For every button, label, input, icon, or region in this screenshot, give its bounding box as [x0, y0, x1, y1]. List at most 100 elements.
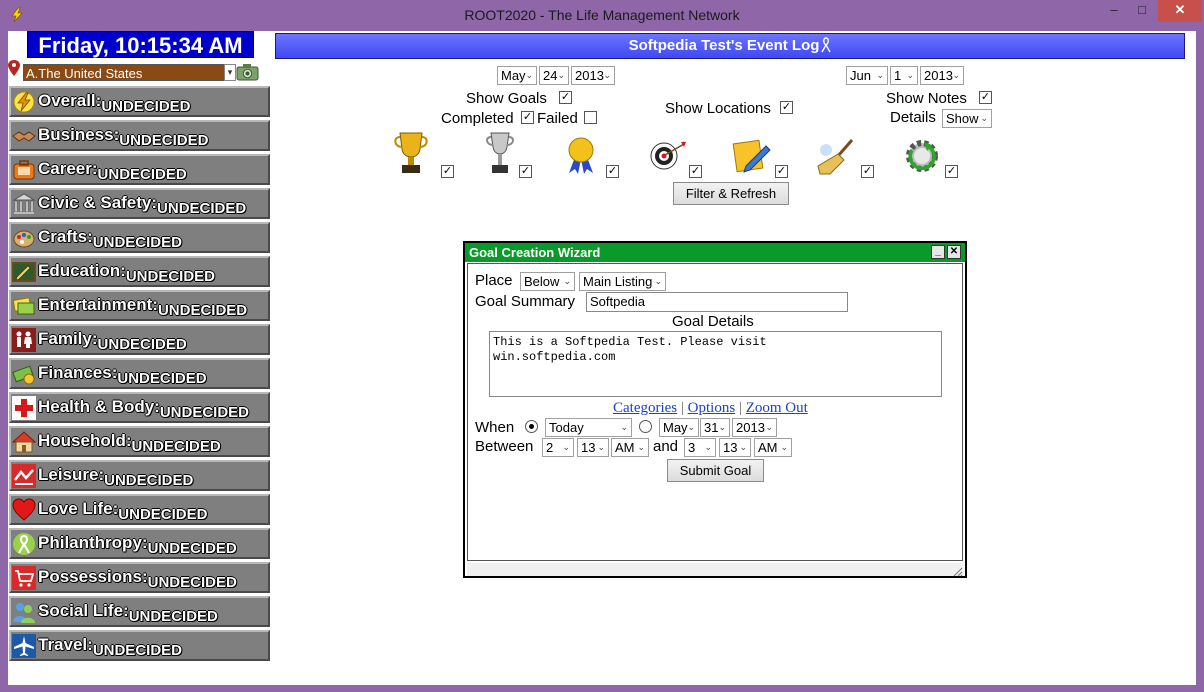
- category-crafts[interactable]: Crafts:UNDECIDED: [9, 222, 270, 253]
- category-civic-safety[interactable]: Civic & Safety:UNDECIDED: [9, 188, 270, 219]
- from-year-select[interactable]: 2013 ⌄: [571, 66, 615, 85]
- when-date-radio[interactable]: [639, 420, 652, 433]
- wizard-close-button[interactable]: ✕: [947, 245, 961, 259]
- resize-grip-icon[interactable]: [951, 564, 963, 577]
- goal-details-textarea[interactable]: This is a Softpedia Test. Please visit w…: [489, 331, 942, 397]
- chevron-down-icon: ⌄: [704, 442, 712, 452]
- note-pencil-icon[interactable]: [732, 136, 772, 176]
- from-month-select[interactable]: May ⌄: [497, 66, 537, 85]
- category-business[interactable]: Business:UNDECIDED: [9, 120, 270, 151]
- show-locations-checkbox[interactable]: ✓: [780, 101, 793, 114]
- category-career[interactable]: Career:UNDECIDED: [9, 154, 270, 185]
- silver-trophy-icon[interactable]: [480, 129, 520, 173]
- palette-icon: [12, 226, 36, 250]
- chevron-down-icon[interactable]: ▾: [224, 64, 236, 81]
- note-pencil-checkbox[interactable]: ✓: [775, 165, 788, 178]
- show-locations-label: Show Locations: [665, 100, 771, 117]
- category-household[interactable]: Household:UNDECIDED: [9, 426, 270, 457]
- category-name: Travel:: [38, 635, 93, 654]
- silver-trophy-checkbox[interactable]: ✓: [519, 165, 532, 178]
- show-notes-checkbox[interactable]: ✓: [979, 91, 992, 104]
- place-label: Place: [475, 272, 513, 289]
- maximize-button[interactable]: □: [1131, 0, 1153, 22]
- when-year-value: 2013: [736, 420, 765, 435]
- to-month-select[interactable]: Jun ⌄: [846, 66, 888, 85]
- to-year-value: 2013: [924, 68, 953, 83]
- start-minute-select[interactable]: 13 ⌄: [577, 438, 609, 457]
- wizard-minimize-button[interactable]: _: [931, 245, 945, 259]
- category-social-life[interactable]: Social Life:UNDECIDED: [9, 596, 270, 627]
- camera-icon[interactable]: [236, 63, 259, 81]
- gold-trophy-checkbox[interactable]: ✓: [441, 165, 454, 178]
- start-hour-select[interactable]: 2 ⌄: [542, 438, 574, 457]
- category-philanthropy[interactable]: Philanthropy:UNDECIDED: [9, 528, 270, 559]
- category-family[interactable]: Family:UNDECIDED: [9, 324, 270, 355]
- category-name: Love Life:: [38, 499, 119, 518]
- category-finances[interactable]: Finances:UNDECIDED: [9, 358, 270, 389]
- completed-checkbox[interactable]: ✓: [521, 111, 534, 124]
- place-target-select[interactable]: Main Listing ⌄: [579, 272, 666, 291]
- when-relative-select[interactable]: Today ⌄: [545, 418, 632, 437]
- heart-icon: [12, 498, 36, 522]
- category-health-body[interactable]: Health & Body:UNDECIDED: [9, 392, 270, 423]
- refresh-gear-checkbox[interactable]: ✓: [945, 165, 958, 178]
- failed-checkbox[interactable]: [584, 111, 597, 124]
- broom-icon[interactable]: [816, 136, 856, 176]
- category-status: UNDECIDED: [117, 370, 207, 387]
- chevron-down-icon: ⌄: [687, 422, 695, 432]
- minimize-button[interactable]: –: [1103, 0, 1125, 22]
- red-cross-icon: [12, 396, 36, 420]
- place-target-value: Main Listing: [583, 274, 653, 289]
- category-name: Career:: [38, 159, 98, 178]
- categories-link[interactable]: Categories: [613, 400, 677, 416]
- details-label: Details: [890, 109, 936, 126]
- category-overall[interactable]: Overall:UNDECIDED: [9, 86, 270, 117]
- target-icon[interactable]: [648, 136, 688, 176]
- place-position-select[interactable]: Below ⌄: [520, 272, 575, 291]
- ribbon-medal-icon[interactable]: [561, 135, 601, 175]
- category-education[interactable]: Education:UNDECIDED: [9, 256, 270, 287]
- chevron-down-icon: ⌄: [562, 442, 570, 452]
- target-checkbox[interactable]: ✓: [689, 165, 702, 178]
- from-month-value: May: [501, 68, 526, 83]
- filter-refresh-button[interactable]: Filter & Refresh: [673, 182, 789, 205]
- house-icon: [11, 430, 37, 454]
- link-separator: |: [680, 400, 684, 416]
- zoom-out-link[interactable]: Zoom Out: [746, 400, 808, 416]
- when-relative-radio[interactable]: [525, 420, 538, 433]
- category-entertainment[interactable]: Entertainment:UNDECIDED: [9, 290, 270, 321]
- refresh-gear-icon[interactable]: [902, 136, 942, 176]
- to-day-select[interactable]: 1 ⌄: [890, 66, 918, 85]
- details-value: Show: [946, 111, 979, 126]
- category-list: Overall:UNDECIDED Business:UNDECIDED Car…: [9, 86, 271, 664]
- end-ampm-select[interactable]: AM ⌄: [754, 438, 792, 457]
- category-possessions[interactable]: Possessions:UNDECIDED: [9, 562, 270, 593]
- category-travel[interactable]: Travel:UNDECIDED: [9, 630, 270, 661]
- category-status: UNDECIDED: [101, 98, 191, 115]
- category-status: UNDECIDED: [92, 234, 182, 251]
- show-goals-checkbox[interactable]: ✓: [559, 91, 572, 104]
- close-button[interactable]: ✕: [1158, 0, 1202, 22]
- category-name: Education:: [38, 261, 126, 280]
- from-day-select[interactable]: 24 ⌄: [539, 66, 569, 85]
- category-love-life[interactable]: Love Life:UNDECIDED: [9, 494, 270, 525]
- end-minute-select[interactable]: 13 ⌄: [719, 438, 751, 457]
- end-hour-select[interactable]: 3 ⌄: [684, 438, 716, 457]
- details-select[interactable]: Show ⌄: [942, 109, 992, 128]
- goal-summary-input[interactable]: Softpedia: [586, 292, 848, 312]
- submit-goal-button[interactable]: Submit Goal: [667, 459, 764, 482]
- broom-checkbox[interactable]: ✓: [861, 165, 874, 178]
- to-year-select[interactable]: 2013 ⌄: [920, 66, 964, 85]
- when-year-select[interactable]: 2013 ⌄: [732, 418, 777, 437]
- category-leisure[interactable]: Leisure:UNDECIDED: [9, 460, 270, 491]
- ribbon-medal-checkbox[interactable]: ✓: [606, 165, 619, 178]
- when-label: When: [475, 419, 515, 436]
- when-day-select[interactable]: 31 ⌄: [700, 418, 730, 437]
- start-ampm-select[interactable]: AM ⌄: [611, 438, 649, 457]
- options-link[interactable]: Options: [688, 400, 736, 416]
- when-relative-value: Today: [549, 420, 584, 435]
- country-select[interactable]: A.The United States: [23, 64, 236, 81]
- gold-trophy-icon[interactable]: [391, 129, 431, 173]
- when-month-select[interactable]: May ⌄: [659, 418, 699, 437]
- category-status: UNDECIDED: [119, 132, 209, 149]
